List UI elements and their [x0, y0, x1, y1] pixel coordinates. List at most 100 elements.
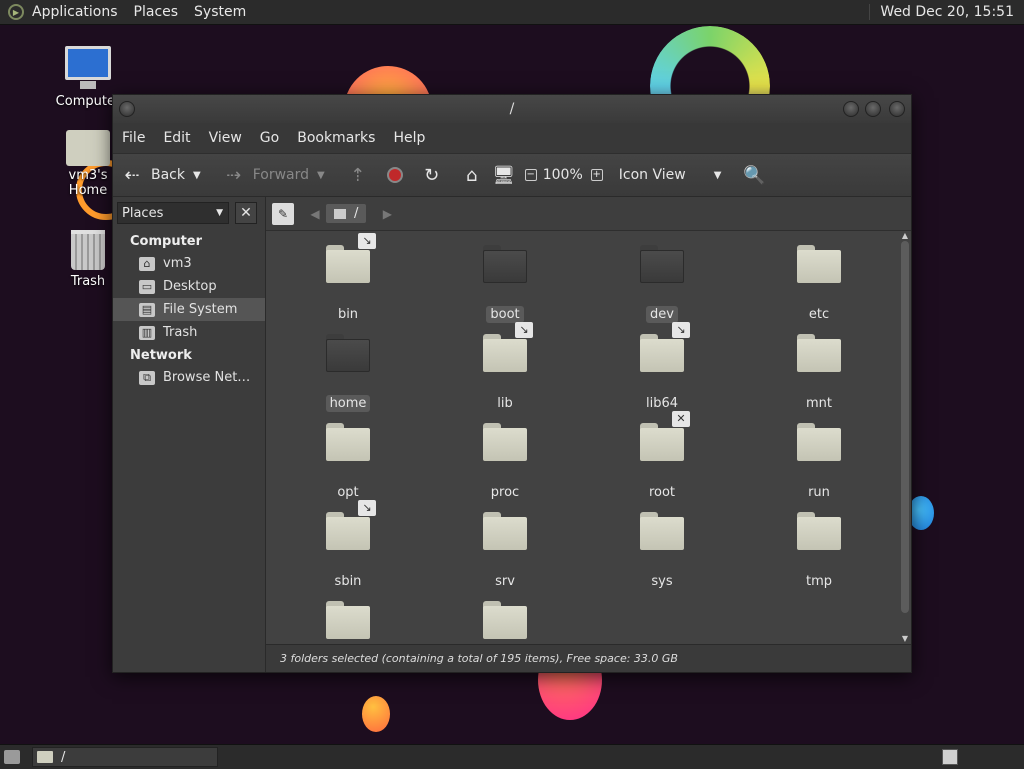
file-item[interactable]: ↘ bin	[298, 233, 398, 323]
folder-icon	[797, 245, 841, 283]
maximize-button[interactable]	[865, 101, 881, 117]
forward-label: Forward	[252, 167, 310, 183]
sidebar-item-desktop[interactable]: ▭ Desktop	[113, 275, 265, 298]
computer-icon	[65, 46, 111, 89]
menu-go[interactable]: Go	[251, 130, 288, 146]
file-item[interactable]	[298, 601, 398, 639]
path-crumb-root[interactable]: /	[326, 204, 367, 223]
search-button[interactable]: 🔍	[743, 164, 765, 186]
forward-button[interactable]: ⇢ Forward ▼	[223, 164, 337, 186]
file-item[interactable]: boot	[455, 245, 555, 323]
sidebar-item-vm3[interactable]: ⌂ vm3	[113, 252, 265, 275]
menu-help[interactable]: Help	[384, 130, 434, 146]
reload-button[interactable]: ↻	[421, 164, 443, 186]
menu-view[interactable]: View	[200, 130, 251, 146]
folder-icon	[483, 512, 527, 550]
zoom-in-icon[interactable]: +	[590, 169, 603, 181]
window-titlebar[interactable]: /	[113, 95, 911, 123]
file-item[interactable]: ↘ sbin	[298, 500, 398, 590]
search-icon: 🔍	[743, 164, 766, 186]
places-menu[interactable]: Places	[126, 4, 187, 20]
file-item[interactable]: ↘ lib64	[612, 322, 712, 412]
sidebar-item-browse-network[interactable]: ⧉ Browse Net…	[113, 366, 265, 389]
back-button[interactable]: ⇠ Back ▼	[121, 164, 213, 186]
file-item[interactable]: tmp	[769, 512, 869, 590]
path-right-arrow-icon[interactable]: ▶	[376, 207, 398, 221]
file-item[interactable]	[455, 601, 555, 639]
menu-file[interactable]: File	[113, 130, 154, 146]
file-item[interactable]: ↘ lib	[455, 322, 555, 412]
status-bar: 3 folders selected (containing a total o…	[266, 644, 911, 672]
distro-logo-icon[interactable]: ▶	[8, 4, 24, 20]
folder-icon: ✕	[640, 411, 690, 461]
menu-edit[interactable]: Edit	[154, 130, 199, 146]
home-icon: ⌂	[139, 256, 155, 271]
file-name: mnt	[806, 396, 832, 411]
folder-icon	[483, 423, 527, 461]
sidebar-item-label: vm3	[163, 256, 192, 271]
up-button[interactable]: ⇡	[347, 164, 369, 186]
close-sidebar-button[interactable]: ✕	[235, 202, 257, 224]
file-item[interactable]: dev	[612, 245, 712, 323]
symlink-emblem-icon: ↘	[672, 322, 690, 338]
menu-bookmarks[interactable]: Bookmarks	[288, 130, 384, 146]
file-item[interactable]: opt	[298, 423, 398, 501]
zoom-out-icon[interactable]: −	[524, 169, 537, 181]
file-item[interactable]: proc	[455, 423, 555, 501]
file-item[interactable]: mnt	[769, 334, 869, 412]
menubar: File Edit View Go Bookmarks Help	[113, 123, 911, 153]
minimize-button[interactable]	[843, 101, 859, 117]
path-left-arrow-icon[interactable]: ◀	[304, 207, 326, 221]
toggle-location-entry-button[interactable]: ✎	[272, 202, 294, 225]
window-body: Places ▼ ✕ Computer ⌂ vm3 ▭ Desktop ▤ Fi…	[113, 197, 911, 672]
folder-icon: ↘	[326, 500, 376, 550]
file-name: sys	[651, 574, 673, 589]
file-name: boot	[486, 306, 524, 323]
up-arrow-icon: ⇡	[350, 164, 366, 186]
zoom-level: 100%	[542, 167, 583, 183]
sidebar-item-file-system[interactable]: ▤ File System	[113, 298, 265, 321]
sidebar-type-select[interactable]: Places ▼	[117, 202, 229, 224]
folder-icon	[797, 423, 841, 461]
vertical-scrollbar[interactable]: ▲ ▼	[900, 231, 910, 643]
scrollbar-thumb[interactable]	[901, 241, 909, 613]
stop-button[interactable]	[386, 167, 403, 183]
taskbar-window-button[interactable]: /	[32, 747, 218, 767]
show-desktop-icon[interactable]	[4, 750, 20, 764]
file-name: sbin	[334, 574, 362, 589]
window-menu-button[interactable]	[119, 101, 135, 117]
file-item[interactable]: run	[769, 423, 869, 501]
folder-icon	[483, 245, 527, 283]
home-button[interactable]: ⌂	[461, 164, 483, 186]
view-mode-select[interactable]: Icon View ▼	[619, 167, 734, 183]
file-name: home	[325, 395, 371, 412]
sidebar-item-label: Desktop	[163, 279, 217, 294]
sidebar-item-label: Trash	[163, 325, 198, 340]
scroll-up-arrow-icon[interactable]: ▲	[900, 231, 910, 240]
sidebar-item-label: Browse Net…	[163, 370, 251, 385]
system-menu[interactable]: System	[186, 4, 254, 20]
file-item[interactable]: ✕ root	[612, 411, 712, 501]
file-name: dev	[646, 306, 678, 323]
home-folder-icon	[66, 130, 110, 166]
sidebar-item-trash[interactable]: ▥ Trash	[113, 321, 265, 344]
close-button[interactable]	[889, 101, 905, 117]
scroll-down-arrow-icon[interactable]: ▼	[900, 634, 910, 643]
file-grid: ↘ bin boot dev etc home ↘ lib ↘ lib64 mnt opt proc ✕ r…	[266, 231, 896, 643]
toolbar: ⇠ Back ▼ ⇢ Forward ▼ ⇡ ↻ ⌂ 🖥 − 100% + Ic…	[113, 153, 911, 197]
file-name: tmp	[805, 574, 832, 589]
file-item[interactable]: home	[298, 334, 398, 412]
folder-icon	[326, 334, 370, 372]
path-crumb-label: /	[354, 206, 359, 221]
clock[interactable]: Wed Dec 20, 15:51	[869, 4, 1024, 20]
path-bar: ✎ ◀ / ▶	[266, 197, 911, 231]
back-history-dropdown[interactable]: ▼	[193, 170, 201, 181]
computer-button[interactable]: 🖥	[492, 164, 515, 186]
forward-history-dropdown[interactable]: ▼	[317, 170, 325, 181]
workspace-switcher[interactable]	[942, 749, 958, 765]
applications-menu[interactable]: Applications	[24, 4, 126, 20]
file-item[interactable]: sys	[612, 512, 712, 590]
file-item[interactable]: etc	[769, 245, 869, 323]
file-item[interactable]: srv	[455, 512, 555, 590]
symlink-emblem-icon: ↘	[358, 500, 376, 516]
